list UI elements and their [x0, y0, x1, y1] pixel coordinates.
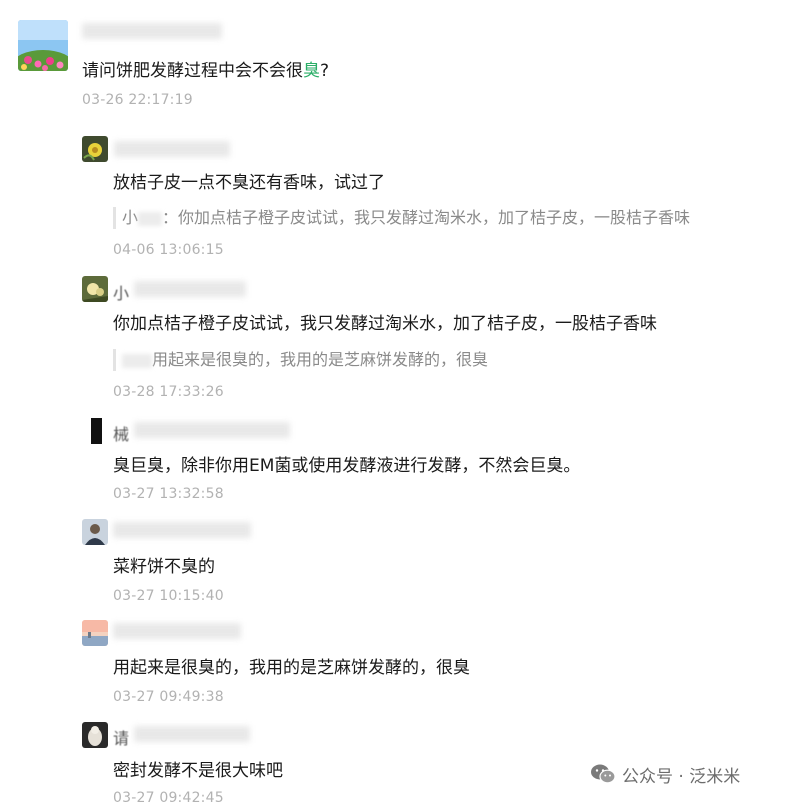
- reply-avatar[interactable]: [82, 136, 108, 162]
- reply-text: 菜籽饼不臭的: [113, 557, 215, 577]
- reply-avatar[interactable]: [82, 418, 108, 444]
- reply-author-name-redacted: [134, 422, 290, 438]
- wechat-icon: [590, 763, 616, 785]
- quoted-reply: 小 ：你加点桔子橙子皮试试，我只发酵过淘米水，加了桔子皮，一股桔子香味: [122, 207, 690, 229]
- watermark-text: 公众号 · 泛米米: [622, 766, 741, 787]
- quote-bar: [113, 207, 116, 229]
- reply-avatar[interactable]: [82, 276, 108, 302]
- post-author-name-redacted: [82, 23, 222, 39]
- reply-timestamp: 03-27 09:49:38: [113, 689, 224, 705]
- reply-author-name-first-char: 小: [113, 284, 130, 303]
- reply-author-name-first-char: 械: [113, 425, 130, 444]
- reply-timestamp: 04-06 13:06:15: [113, 242, 224, 258]
- post-question-suffix: ?: [320, 61, 330, 81]
- quoted-author-name-redacted: [122, 353, 152, 368]
- reply-text: 放桔子皮一点不臭还有香味，试过了: [113, 173, 385, 193]
- reply-text: 用起来是很臭的，我用的是芝麻饼发酵的，很臭: [113, 658, 470, 678]
- reply-avatar[interactable]: [82, 722, 108, 748]
- quoted-reply: 用起来是很臭的，我用的是芝麻饼发酵的，很臭: [122, 349, 488, 371]
- reply-timestamp: 03-28 17:33:26: [113, 384, 224, 400]
- reply-author-name-redacted: [114, 141, 230, 157]
- reply-timestamp: 03-27 09:42:45: [113, 790, 224, 806]
- reply-author-name-redacted: [134, 726, 250, 742]
- comment-list-page: 请问饼肥发酵过程中会不会很臭? 03-26 22:17:19 放桔子皮一点不臭还…: [0, 0, 805, 807]
- reply-author-name-redacted: [113, 623, 241, 639]
- reply-timestamp: 03-27 10:15:40: [113, 588, 224, 604]
- reply-author-name-redacted: [113, 522, 251, 538]
- reply-author-name-redacted: [134, 281, 246, 297]
- post-timestamp: 03-26 22:17:19: [82, 92, 193, 108]
- reply-timestamp: 03-27 13:32:58: [113, 486, 224, 502]
- post-question: 请问饼肥发酵过程中会不会很臭?: [82, 60, 329, 82]
- quoted-author-name-redacted: [138, 211, 163, 226]
- quoted-text: ：你加点桔子橙子皮试试，我只发酵过淘米水，加了桔子皮，一股桔子香味: [162, 208, 691, 227]
- reply-text: 你加点桔子橙子皮试试，我只发酵过淘米水，加了桔子皮，一股桔子香味: [113, 314, 657, 334]
- post-author-avatar[interactable]: [18, 20, 68, 71]
- post-question-text: 请问饼肥发酵过程中会不会很: [82, 61, 303, 81]
- reply-avatar[interactable]: [82, 620, 108, 646]
- quoted-text: 用起来是很臭的，我用的是芝麻饼发酵的，很臭: [152, 350, 489, 369]
- reply-avatar[interactable]: [82, 519, 108, 545]
- quote-bar: [113, 349, 116, 371]
- quoted-author-name: 小: [122, 208, 139, 227]
- reply-text: 臭巨臭，除非你用EM菌或使用发酵液进行发酵，不然会巨臭。: [113, 456, 581, 476]
- reply-text: 密封发酵不是很大味吧: [113, 761, 283, 781]
- watermark: 公众号 · 泛米米: [590, 761, 740, 787]
- reply-author-name-first-char: 请: [113, 729, 130, 748]
- post-question-keyword[interactable]: 臭: [303, 61, 320, 81]
